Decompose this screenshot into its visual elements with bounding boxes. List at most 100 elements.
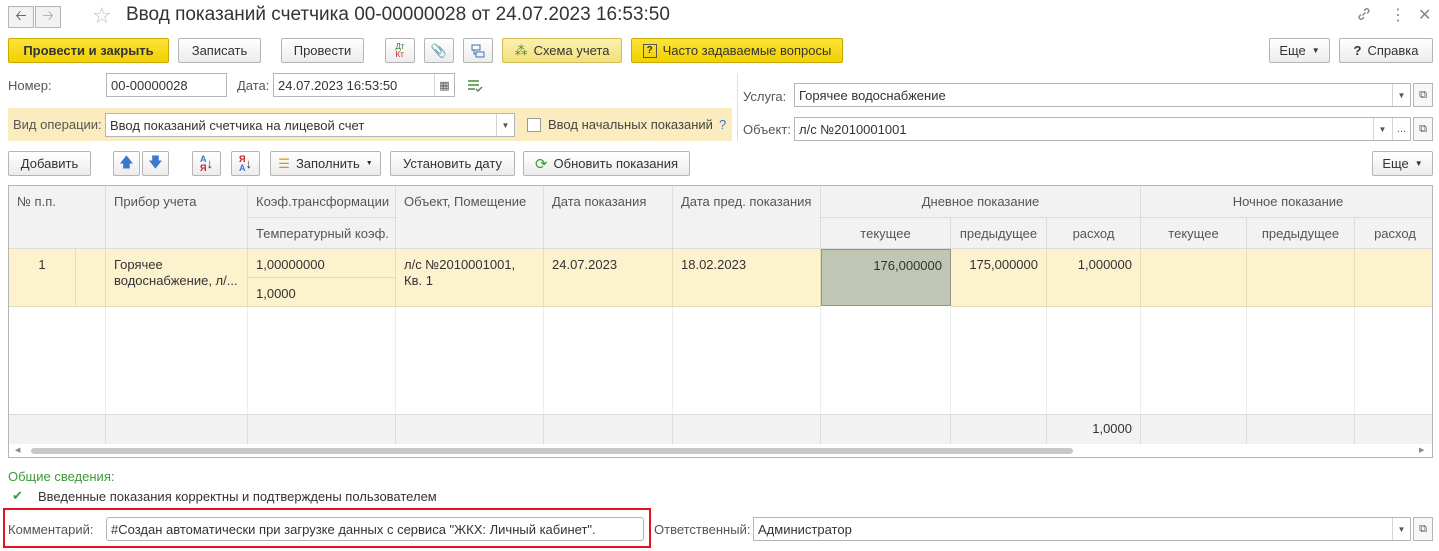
object-select[interactable]: л/с №2010001001 ▼ ... xyxy=(794,117,1411,141)
move-up-button[interactable]: 🡅 xyxy=(113,151,140,176)
col-header-day-consumption[interactable]: расход xyxy=(1047,218,1141,249)
col-header-reading-date[interactable]: Дата показания xyxy=(544,186,673,249)
set-date-button[interactable]: Установить дату xyxy=(390,151,515,176)
forward-button[interactable]: 🡢 xyxy=(35,6,61,28)
number-field[interactable]: 00-00000028 xyxy=(106,73,227,97)
open-service-button[interactable]: ⧉ xyxy=(1413,83,1433,107)
open-form-icon: ⧉ xyxy=(1419,122,1427,135)
col-header-night-current[interactable]: текущее xyxy=(1141,218,1247,249)
accounting-scheme-button[interactable]: ⁂ Схема учета xyxy=(502,38,622,63)
post-and-close-button[interactable]: Провести и закрыть xyxy=(8,38,169,63)
faq-button[interactable]: ? Часто задаваемые вопросы xyxy=(631,38,843,63)
chevron-down-icon[interactable]: ▼ xyxy=(496,114,514,136)
cell-night-previous[interactable] xyxy=(1247,249,1355,307)
scroll-right-icon[interactable]: ▶ xyxy=(1419,446,1424,454)
number-label: Номер: xyxy=(8,78,52,93)
empty-column xyxy=(544,307,673,414)
open-responsible-button[interactable]: ⧉ xyxy=(1413,517,1433,541)
ellipsis-button[interactable]: ... xyxy=(1392,118,1410,140)
col-header-object[interactable]: Объект, Помещение xyxy=(396,186,544,249)
refresh-icon: ⟳ xyxy=(534,155,548,173)
footer-cell xyxy=(1355,414,1432,444)
move-down-button[interactable]: 🡇 xyxy=(142,151,169,176)
dt-kt-icon: Дт Кт xyxy=(395,41,405,59)
more-vertical-icon[interactable]: ⋮ xyxy=(1390,5,1406,25)
footer-cell xyxy=(821,414,951,444)
save-button[interactable]: Записать xyxy=(178,38,261,63)
cell-day-consumption[interactable]: 1,000000 xyxy=(1047,249,1141,307)
empty-column xyxy=(1141,307,1247,414)
refresh-readings-button[interactable]: ⟳ Обновить показания xyxy=(523,151,690,176)
chevron-down-icon[interactable]: ▼ xyxy=(1392,84,1410,106)
initial-readings-checkbox[interactable] xyxy=(527,118,541,132)
col-header-day-current[interactable]: текущее xyxy=(821,218,951,249)
col-header-num[interactable]: № п.п. xyxy=(9,186,106,249)
link-icon[interactable] xyxy=(1356,6,1372,27)
service-select[interactable]: Горячее водоснабжение ▼ xyxy=(794,83,1411,107)
back-button[interactable]: 🡠 xyxy=(8,6,34,28)
col-header-coef[interactable]: Коэф.трансформации xyxy=(248,186,396,218)
col-header-temp-coef[interactable]: Температурный коэф. xyxy=(248,218,396,249)
structure-button[interactable] xyxy=(463,38,493,63)
close-icon[interactable]: ✕ xyxy=(1418,5,1431,25)
scroll-left-icon[interactable]: ◀ xyxy=(15,446,20,454)
cell-night-consumption[interactable] xyxy=(1355,249,1432,307)
fill-button[interactable]: ☰ Заполнить ▼ xyxy=(270,151,381,176)
cell-coef[interactable]: 1,00000000 xyxy=(248,249,396,278)
paperclip-icon: 📎 xyxy=(430,42,448,58)
confirmation-text: Введенные показания корректны и подтверж… xyxy=(38,489,437,504)
empty-column xyxy=(1247,307,1355,414)
arrow-up-icon: 🡅 xyxy=(119,153,134,170)
chevron-down-icon[interactable]: ▼ xyxy=(1373,118,1391,140)
operation-select[interactable]: Ввод показаний счетчика на лицевой счет … xyxy=(105,113,515,137)
status-icon[interactable] xyxy=(467,79,483,93)
cell-prev-date[interactable]: 18.02.2023 xyxy=(673,249,821,307)
col-header-device[interactable]: Прибор учета xyxy=(106,186,248,249)
object-label: Объект: xyxy=(743,122,791,137)
chevron-down-icon[interactable]: ▼ xyxy=(1392,518,1410,540)
responsible-select[interactable]: Администратор ▼ xyxy=(753,517,1411,541)
help-icon: ? xyxy=(1353,43,1362,58)
footer-cell xyxy=(106,414,248,444)
scrollbar-thumb[interactable] xyxy=(31,448,1073,454)
col-header-night-previous[interactable]: предыдущее xyxy=(1247,218,1355,249)
comment-label: Комментарий: xyxy=(8,522,94,537)
check-icon: ✔ xyxy=(12,488,23,503)
col-header-night-consumption[interactable]: расход xyxy=(1355,218,1432,249)
readings-table[interactable]: № п.п. Прибор учета Коэф.трансформации Т… xyxy=(8,185,1433,458)
col-header-night[interactable]: Ночное показание xyxy=(1141,186,1432,218)
add-button[interactable]: Добавить xyxy=(8,151,91,176)
chevron-down-icon: ▼ xyxy=(1311,46,1320,55)
more-button[interactable]: Еще ▼ xyxy=(1269,38,1330,63)
cell-reading-date[interactable]: 24.07.2023 xyxy=(544,249,673,307)
cell-num[interactable]: 1 xyxy=(9,249,76,307)
cell-night-current[interactable] xyxy=(1141,249,1247,307)
attachment-button[interactable]: 📎 xyxy=(424,38,454,63)
dt-kt-button[interactable]: Дт Кт xyxy=(385,38,415,63)
horizontal-scrollbar[interactable]: ◀ ▶ xyxy=(9,444,1432,457)
structure-icon xyxy=(471,44,485,57)
sort-desc-button[interactable]: Я А ↓ xyxy=(231,151,260,176)
sort-asc-button[interactable]: А Я ↓ xyxy=(192,151,221,176)
comment-field[interactable]: #Создан автоматически при загрузке данны… xyxy=(106,517,644,541)
date-field[interactable]: 24.07.2023 16:53:50 ▦ xyxy=(273,73,455,97)
open-form-icon: ⧉ xyxy=(1419,88,1427,101)
help-question-icon[interactable]: ? xyxy=(719,117,726,132)
calendar-icon[interactable]: ▦ xyxy=(434,74,454,96)
footer-cell xyxy=(951,414,1047,444)
empty-column xyxy=(673,307,821,414)
cell-object[interactable]: л/с №2010001001, Кв. 1 xyxy=(396,249,544,307)
help-button[interactable]: ? Справка xyxy=(1339,38,1433,63)
col-header-day[interactable]: Дневное показание xyxy=(821,186,1141,218)
cell-day-previous[interactable]: 175,000000 xyxy=(951,249,1047,307)
col-header-day-previous[interactable]: предыдущее xyxy=(951,218,1047,249)
post-button[interactable]: Провести xyxy=(281,38,364,63)
star-icon[interactable]: ☆ xyxy=(92,3,112,29)
table-more-button[interactable]: Еще ▼ xyxy=(1372,151,1433,176)
footer-cell xyxy=(248,414,396,444)
cell-day-current[interactable]: 176,000000 xyxy=(821,249,951,306)
cell-temp-coef[interactable]: 1,0000 xyxy=(248,278,396,307)
open-object-button[interactable]: ⧉ xyxy=(1413,117,1433,141)
cell-device[interactable]: Горячее водоснабжение, л/... xyxy=(106,249,248,307)
col-header-prev-date[interactable]: Дата пред. показания xyxy=(673,186,821,249)
